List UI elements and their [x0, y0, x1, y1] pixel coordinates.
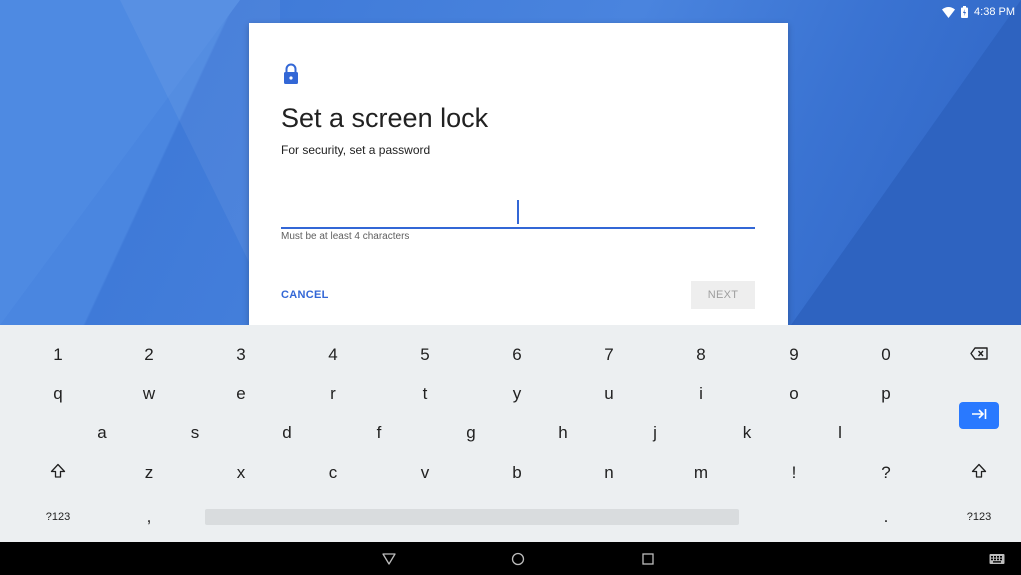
key-comma[interactable]: , — [103, 499, 195, 535]
key-2[interactable]: 2 — [103, 337, 195, 373]
key-s[interactable]: s — [149, 415, 241, 451]
key-f[interactable]: f — [333, 415, 425, 451]
home-icon[interactable] — [509, 550, 527, 568]
spacebar[interactable] — [205, 509, 739, 525]
key-6[interactable]: 6 — [471, 337, 563, 373]
key-j[interactable]: j — [609, 415, 701, 451]
key-n[interactable]: n — [563, 455, 655, 491]
key-exclamation[interactable]: ! — [748, 455, 840, 491]
key-question[interactable]: ? — [840, 455, 932, 491]
key-k[interactable]: k — [701, 415, 793, 451]
key-p[interactable]: p — [840, 376, 932, 412]
key-w[interactable]: w — [103, 376, 195, 412]
key-o[interactable]: o — [748, 376, 840, 412]
key-4[interactable]: 4 — [287, 337, 379, 373]
symbols-key-right[interactable]: ?123 — [933, 499, 1021, 535]
key-d[interactable]: d — [241, 415, 333, 451]
clock: 4:38 PM — [974, 6, 1015, 18]
shift-icon — [971, 463, 987, 484]
key-z[interactable]: z — [103, 455, 195, 491]
key-l[interactable]: l — [794, 415, 886, 451]
enter-key[interactable] — [959, 402, 999, 429]
key-3[interactable]: 3 — [195, 337, 287, 373]
cancel-button[interactable]: CANCEL — [281, 281, 329, 309]
on-screen-keyboard: 1 2 3 4 5 6 7 8 9 0 q w e r t y u i o p … — [0, 325, 1021, 542]
shift-key-right[interactable] — [933, 455, 1021, 491]
key-m[interactable]: m — [655, 455, 747, 491]
key-1[interactable]: 1 — [12, 337, 104, 373]
status-bar: 4:38 PM — [821, 0, 1021, 24]
key-9[interactable]: 9 — [748, 337, 840, 373]
symbols-key-left[interactable]: ?123 — [12, 499, 104, 535]
battery-icon — [961, 6, 969, 18]
key-g[interactable]: g — [425, 415, 517, 451]
lock-icon — [283, 63, 299, 85]
key-q[interactable]: q — [12, 376, 104, 412]
recents-icon[interactable] — [639, 550, 657, 568]
key-7[interactable]: 7 — [563, 337, 655, 373]
dialog-subtitle: For security, set a password — [281, 143, 431, 157]
key-i[interactable]: i — [655, 376, 747, 412]
key-h[interactable]: h — [517, 415, 609, 451]
keyboard-icon[interactable] — [988, 550, 1006, 568]
key-r[interactable]: r — [287, 376, 379, 412]
next-button[interactable]: NEXT — [691, 281, 755, 309]
shift-key-left[interactable] — [12, 455, 104, 491]
backspace-key[interactable] — [933, 337, 1021, 373]
key-e[interactable]: e — [195, 376, 287, 412]
password-helper-text: Must be at least 4 characters — [281, 231, 410, 242]
text-cursor — [517, 200, 519, 224]
screen-lock-dialog: Set a screen lock For security, set a pa… — [249, 23, 788, 325]
key-a[interactable]: a — [56, 415, 148, 451]
wallpaper-facet — [791, 0, 1021, 325]
key-u[interactable]: u — [563, 376, 655, 412]
dialog-title: Set a screen lock — [281, 103, 489, 133]
key-x[interactable]: x — [195, 455, 287, 491]
key-b[interactable]: b — [471, 455, 563, 491]
tab-arrow-icon — [971, 407, 987, 425]
key-period[interactable]: . — [840, 499, 932, 535]
backspace-icon — [970, 345, 988, 365]
password-input[interactable] — [281, 193, 755, 229]
key-5[interactable]: 5 — [379, 337, 471, 373]
wifi-icon — [942, 6, 956, 18]
key-t[interactable]: t — [379, 376, 471, 412]
back-icon[interactable] — [380, 550, 398, 568]
navigation-bar — [0, 542, 1021, 575]
shift-icon — [50, 463, 66, 484]
key-y[interactable]: y — [471, 376, 563, 412]
key-0[interactable]: 0 — [840, 337, 932, 373]
key-8[interactable]: 8 — [655, 337, 747, 373]
key-c[interactable]: c — [287, 455, 379, 491]
key-v[interactable]: v — [379, 455, 471, 491]
